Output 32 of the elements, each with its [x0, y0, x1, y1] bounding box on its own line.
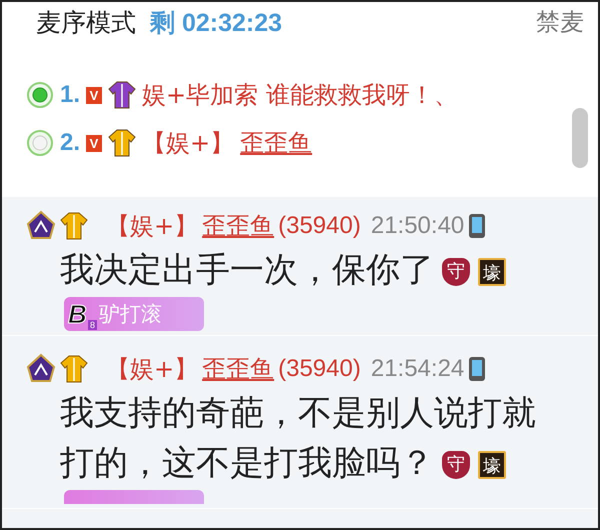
rank-badge-icon	[26, 210, 56, 242]
medal-badge: 守	[442, 258, 470, 286]
user-name[interactable]: 娱+毕加索 谁能救救我呀！、	[142, 79, 458, 111]
user-name[interactable]: 歪歪鱼	[202, 353, 274, 385]
user-id: (35940)	[278, 355, 361, 383]
medal-badge: 壕	[478, 258, 506, 286]
ban-mic-button[interactable]: 禁麦	[536, 6, 584, 38]
group-tag: 【娱+】	[106, 210, 198, 242]
message-text: 我决定出手一次，保你了 守 壕	[26, 245, 560, 295]
message-time: 21:54:24	[370, 355, 464, 383]
user-name[interactable]: 歪歪鱼	[202, 210, 274, 242]
fan-letter: B	[68, 298, 87, 330]
user-id: (35940)	[278, 212, 361, 240]
group-tag: 【娱+】	[106, 353, 198, 385]
medal-badge: 守	[442, 450, 470, 479]
queue-number: 2.	[60, 129, 80, 157]
vip-icon: V	[86, 134, 102, 152]
mode-title: 麦序模式	[36, 6, 136, 38]
remaining-time: 剩 02:32:23	[150, 8, 282, 38]
message-text: 我支持的奇葩，不是别人说打就打的，这不是打我脸吗？ 守 壕	[59, 392, 537, 485]
user-name[interactable]: 歪歪鱼	[240, 127, 312, 159]
scrollbar-thumb[interactable]	[572, 108, 588, 168]
queue-number: 1.	[60, 81, 80, 109]
vip-icon: V	[86, 86, 102, 104]
rank-badge-icon	[26, 353, 56, 385]
fan-name: 驴打滚	[98, 301, 162, 328]
fan-level: 8	[88, 320, 98, 330]
phone-icon	[468, 213, 486, 239]
phone-icon	[468, 356, 486, 382]
message-time: 21:50:40	[370, 212, 464, 240]
group-tag: 【娱+】	[142, 127, 234, 159]
medal-badge: 壕	[478, 450, 506, 479]
